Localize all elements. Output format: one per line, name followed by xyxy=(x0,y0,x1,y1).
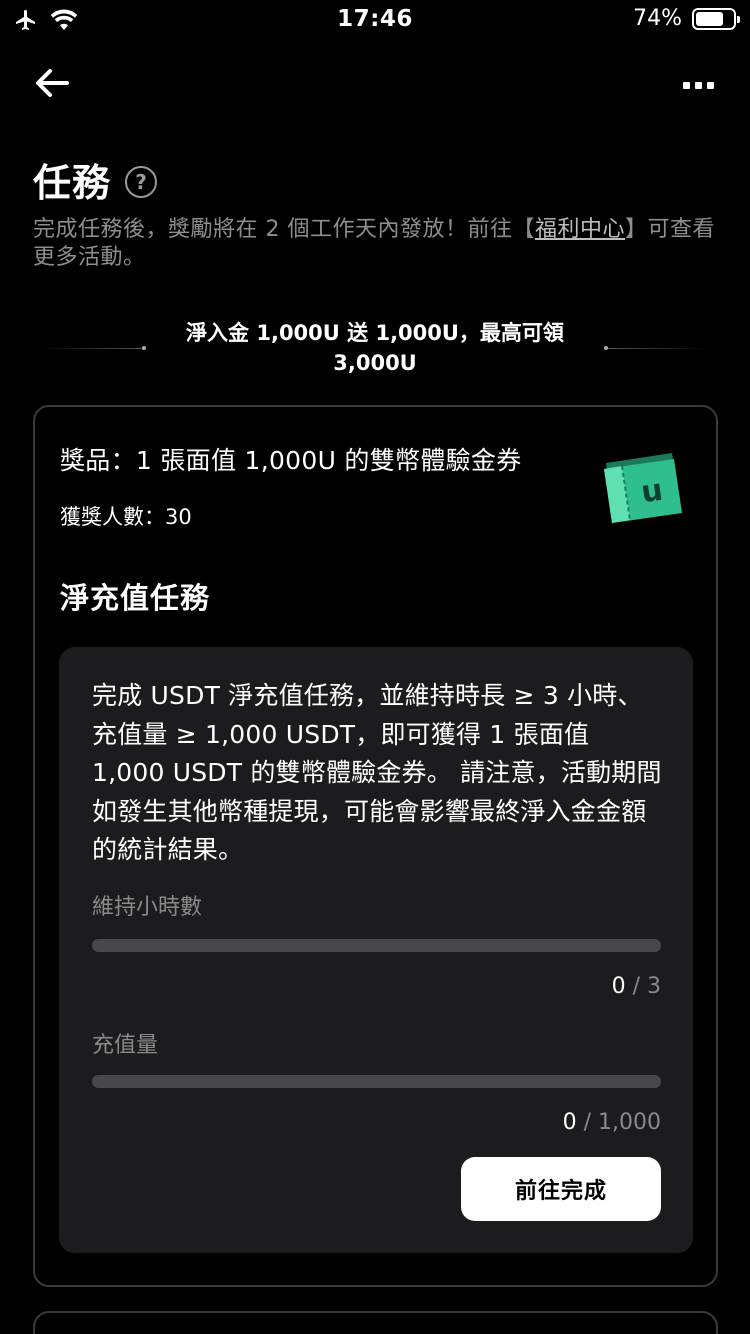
banner-text: 淨入金 1,000U 送 1,000U，最高可領 3,000U xyxy=(160,318,590,378)
banner-line-1: 淨入金 1,000U 送 1,000U，最高可領 xyxy=(186,321,564,345)
help-glyph: ? xyxy=(135,169,147,194)
winners-count: 獲獎人數：30 xyxy=(60,505,192,529)
banner-divider-left xyxy=(40,346,146,350)
battery-percent: 74% xyxy=(633,6,682,31)
banner-divider-right xyxy=(604,346,710,350)
help-icon[interactable]: ? xyxy=(125,165,158,198)
hours-progress-bar xyxy=(92,939,661,952)
more-dot-icon xyxy=(706,81,714,89)
intro-text-before: 完成任務後，獎勵將在 2 個工作天內發放！前往【 xyxy=(33,217,535,242)
hours-count: 0 / 3 xyxy=(612,974,661,999)
task-description: 完成 USDT 淨充值任務，並維持時長 ≥ 3 小時、充值量 ≥ 1,000 U… xyxy=(92,681,662,864)
status-bar: 17:46 74% xyxy=(0,0,750,40)
metric-deposit-label: 充值量 xyxy=(92,1033,159,1058)
deposit-count: 0 / 1,000 xyxy=(563,1110,661,1135)
next-task-card xyxy=(33,1311,718,1334)
deposit-progress-bar xyxy=(92,1075,661,1088)
page-title-row: 任務 ? xyxy=(33,152,158,207)
status-right: 74% xyxy=(633,6,740,31)
more-dot-icon xyxy=(682,81,690,89)
metric-hours-label: 維持小時數 xyxy=(92,895,203,920)
more-dot-icon xyxy=(694,81,702,89)
promo-banner: 淨入金 1,000U 送 1,000U，最高可領 3,000U xyxy=(40,318,710,382)
back-button[interactable] xyxy=(30,63,74,107)
page-title: 任務 xyxy=(33,161,112,205)
go-complete-button[interactable]: 前往完成 xyxy=(461,1157,661,1221)
hours-separator: / xyxy=(632,974,640,999)
arrow-left-icon xyxy=(35,68,69,102)
more-button[interactable] xyxy=(676,63,720,107)
banner-line-2: 3,000U xyxy=(333,351,417,375)
hours-total: 3 xyxy=(647,974,661,999)
prize-text: 獎品：1 張面值 1,000U 的雙幣體驗金券 xyxy=(60,446,522,475)
deposit-separator: / xyxy=(583,1110,592,1135)
welfare-center-link[interactable]: 福利中心 xyxy=(535,217,625,242)
battery-icon xyxy=(692,7,740,30)
task-detail-panel: 完成 USDT 淨充值任務，並維持時長 ≥ 3 小時、充值量 ≥ 1,000 U… xyxy=(59,647,693,1253)
coupon-ticket-icon: u xyxy=(600,449,686,529)
task-card: 獎品：1 張面值 1,000U 的雙幣體驗金券 獲獎人數：30 u 淨充值任務 … xyxy=(33,405,718,1287)
hours-current: 0 xyxy=(611,974,626,999)
battery-level-fill xyxy=(696,11,723,26)
task-title: 淨充值任務 xyxy=(60,581,211,615)
deposit-total: 1,000 xyxy=(598,1110,661,1135)
deposit-current: 0 xyxy=(562,1110,577,1135)
nav-bar xyxy=(0,55,750,115)
intro-text: 完成任務後，獎勵將在 2 個工作天內發放！前往【福利中心】可查看更多活動。 xyxy=(33,216,723,272)
